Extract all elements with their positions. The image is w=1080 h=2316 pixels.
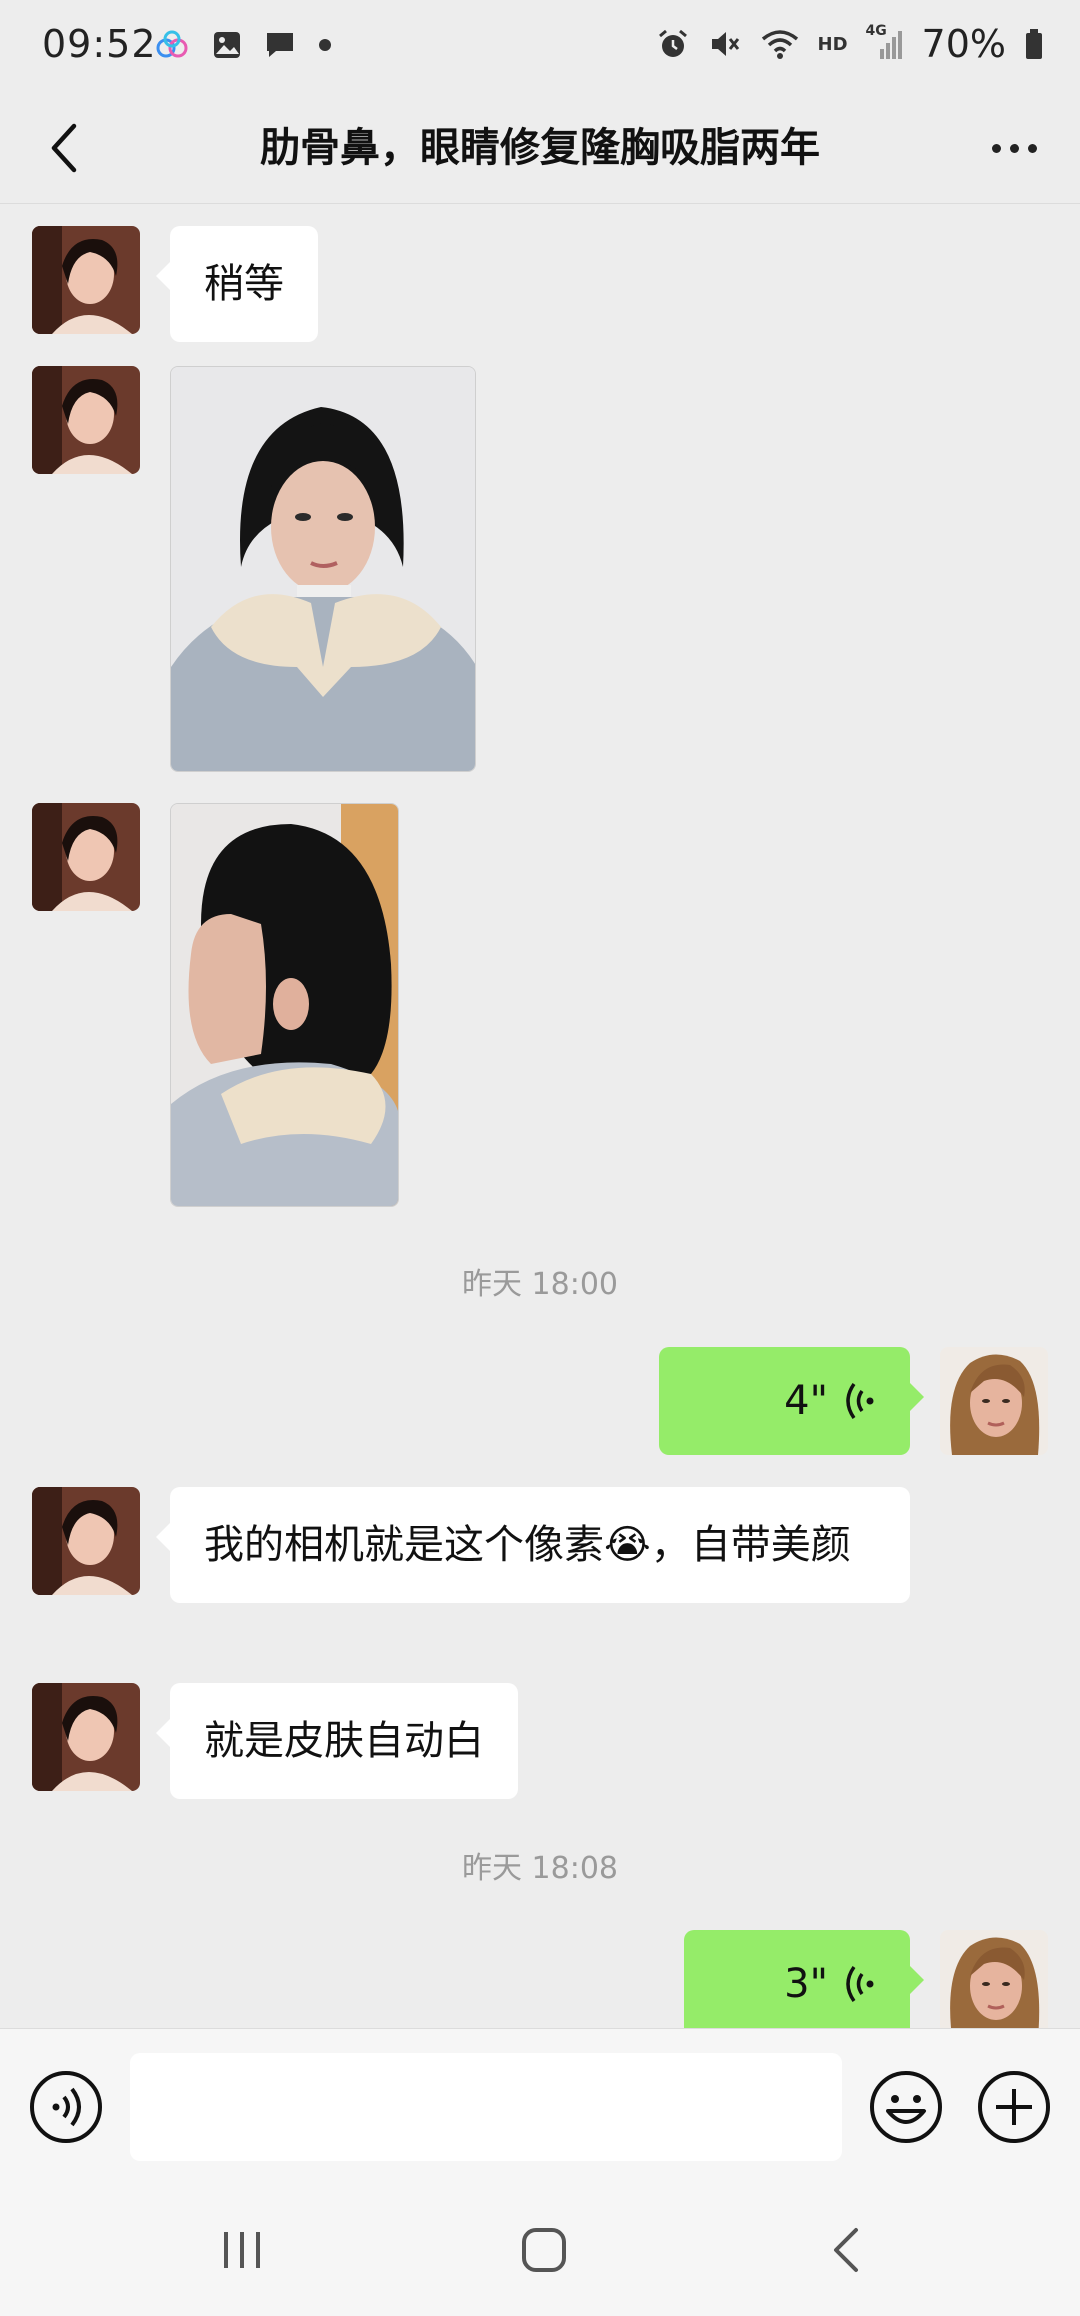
input-bar: [0, 2028, 1080, 2184]
incoming-message-bubble[interactable]: 我的相机就是这个像素😭，自带美颜: [156, 1487, 910, 1603]
more-dot-icon: [1009, 143, 1019, 153]
outgoing-voice-message[interactable]: 3": [684, 1930, 924, 2028]
battery-icon: [1026, 29, 1042, 59]
back-button[interactable]: [28, 112, 100, 184]
status-right: HD 4G 70%: [656, 22, 1044, 66]
chat-header: 肋骨鼻，眼睛修复隆胸吸脂两年: [0, 92, 1080, 204]
voice-wave-icon: [846, 1965, 874, 2003]
contact-avatar[interactable]: [32, 226, 140, 334]
message-list[interactable]: 稍等 昨天 18:00 4" 我的相机就是这个像素😭，自带美颜 就是皮肤自动白 …: [0, 205, 1080, 2028]
message-text: 我的相机就是这个像素😭，自带美颜: [204, 1522, 851, 1568]
system-back-button[interactable]: [786, 2214, 906, 2286]
contact-avatar[interactable]: [32, 1487, 140, 1595]
chat-title: 肋骨鼻，眼睛修复隆胸吸脂两年: [260, 125, 820, 171]
alarm-icon: [658, 29, 687, 57]
message-text: 就是皮肤自动白: [204, 1718, 484, 1764]
emoji-button[interactable]: [868, 2069, 944, 2145]
voice-mode-icon: [30, 2071, 102, 2143]
my-avatar[interactable]: [940, 1930, 1048, 2028]
incoming-message-bubble[interactable]: 就是皮肤自动白: [156, 1683, 518, 1799]
message-text: 稍等: [204, 261, 284, 307]
home-button[interactable]: [484, 2214, 604, 2286]
outgoing-voice-message[interactable]: 4": [659, 1347, 924, 1455]
recent-apps-button[interactable]: [182, 2214, 302, 2286]
dot-icon: [319, 39, 331, 51]
contact-avatar[interactable]: [32, 803, 140, 911]
status-time: 09:52: [42, 22, 157, 66]
notification-icons: [154, 30, 332, 60]
wifi-icon: [761, 30, 798, 59]
photo-front-view-icon: [171, 367, 475, 771]
message-input[interactable]: [130, 2053, 842, 2161]
recent-apps-icon: [224, 2232, 260, 2268]
signal-indicator: 4G: [866, 23, 904, 61]
battery-percentage: 70%: [921, 22, 1006, 66]
status-bar: 09:52 HD 4G 70%: [0, 0, 1080, 92]
contact-avatar[interactable]: [32, 1683, 140, 1791]
home-icon: [522, 2228, 566, 2272]
more-dot-icon: [991, 143, 1001, 153]
voice-duration: 4": [784, 1378, 828, 1424]
plus-icon: [978, 2071, 1050, 2143]
voice-input-button[interactable]: [28, 2069, 104, 2145]
chevron-left-icon: [51, 123, 77, 173]
more-dot-icon: [1027, 143, 1037, 153]
chat-screen: 09:52 HD 4G 70% 肋骨鼻，眼睛修复隆胸吸脂两年 稍等 昨天 18:…: [0, 0, 1080, 2316]
mute-icon: [711, 32, 739, 56]
gallery-icon: [214, 32, 240, 58]
image-message[interactable]: [170, 366, 476, 772]
more-options-button[interactable]: [974, 112, 1054, 184]
emoji-icon: [870, 2071, 942, 2143]
contact-avatar[interactable]: [32, 366, 140, 474]
photo-side-view-icon: [171, 804, 398, 1206]
message-icon: [267, 33, 293, 57]
more-functions-button[interactable]: [976, 2069, 1052, 2145]
image-message[interactable]: [170, 803, 399, 1207]
incoming-message-bubble[interactable]: 稍等: [156, 226, 318, 342]
system-navigation-bar: [0, 2184, 1080, 2316]
cloud-app-icon: [156, 30, 188, 58]
timestamp: 昨天 18:08: [462, 1851, 618, 1886]
my-avatar[interactable]: [940, 1347, 1048, 1455]
signal-icon: [879, 31, 902, 59]
voice-wave-icon: [846, 1382, 874, 1420]
chevron-left-icon: [834, 2228, 858, 2272]
hd-label: HD: [817, 33, 848, 55]
voice-duration: 3": [784, 1961, 828, 2007]
timestamp: 昨天 18:00: [462, 1267, 618, 1302]
